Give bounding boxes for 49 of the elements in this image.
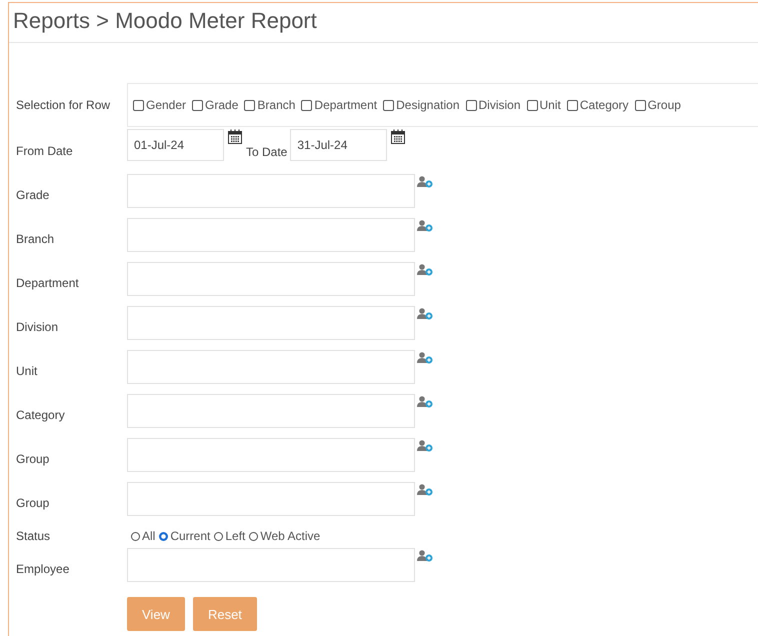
input-field[interactable] (127, 350, 415, 384)
add-user-icon[interactable] (417, 352, 433, 364)
checkbox[interactable]: Group (634, 98, 681, 112)
checkbox[interactable]: Gender (133, 98, 186, 112)
date-field[interactable]: 01-Jul-24 (127, 129, 224, 161)
checkbox[interactable]: Category (566, 98, 629, 112)
input-field[interactable] (127, 262, 415, 296)
field-label: Department (16, 276, 80, 290)
field-label: Category (16, 408, 66, 422)
add-user-icon[interactable] (417, 550, 433, 562)
input-field[interactable] (127, 548, 415, 582)
field-label: Unit (16, 364, 38, 378)
add-user-icon[interactable] (417, 484, 433, 496)
input-field[interactable] (127, 174, 415, 208)
radio-button[interactable]: Left (214, 529, 246, 543)
checkbox[interactable]: Department (301, 98, 378, 112)
input-field[interactable] (127, 218, 415, 252)
field-label: Division (16, 320, 60, 334)
checkbox[interactable]: Branch (244, 98, 296, 112)
page-title: Reports > Moodo Meter Report (9, 3, 758, 43)
add-user-icon[interactable] (417, 396, 433, 408)
calendar-icon[interactable] (390, 129, 406, 145)
field-label: Grade (16, 188, 50, 202)
add-user-icon[interactable] (417, 308, 433, 320)
field-label: Branch (16, 232, 56, 246)
radio-button[interactable]: Current (159, 529, 210, 543)
radio-button[interactable]: Web Active (249, 529, 320, 543)
date-field[interactable]: 31-Jul-24 (290, 129, 388, 161)
checkbox[interactable]: Division (466, 98, 521, 112)
field-label: To Date (246, 145, 288, 159)
checkbox[interactable]: Grade (192, 98, 238, 112)
field-label: Group (16, 496, 50, 510)
field-label: From Date (16, 144, 74, 158)
field-label: Selection for Row (16, 98, 112, 112)
field-label: Status (16, 529, 52, 543)
input-field[interactable] (127, 394, 415, 428)
input-field[interactable] (127, 438, 415, 472)
input-field[interactable] (127, 306, 415, 340)
field-label: Employee (16, 562, 70, 576)
add-user-icon[interactable] (417, 220, 433, 232)
add-user-icon[interactable] (417, 264, 433, 276)
field-label: Group (16, 452, 50, 466)
checkbox[interactable]: Unit (526, 98, 561, 112)
calendar-icon[interactable] (227, 129, 243, 145)
input-field[interactable] (127, 482, 415, 516)
radio-button[interactable]: All (131, 529, 156, 543)
checkbox[interactable]: Designation (383, 98, 460, 112)
add-user-icon[interactable] (417, 176, 433, 188)
add-user-icon[interactable] (417, 440, 433, 452)
